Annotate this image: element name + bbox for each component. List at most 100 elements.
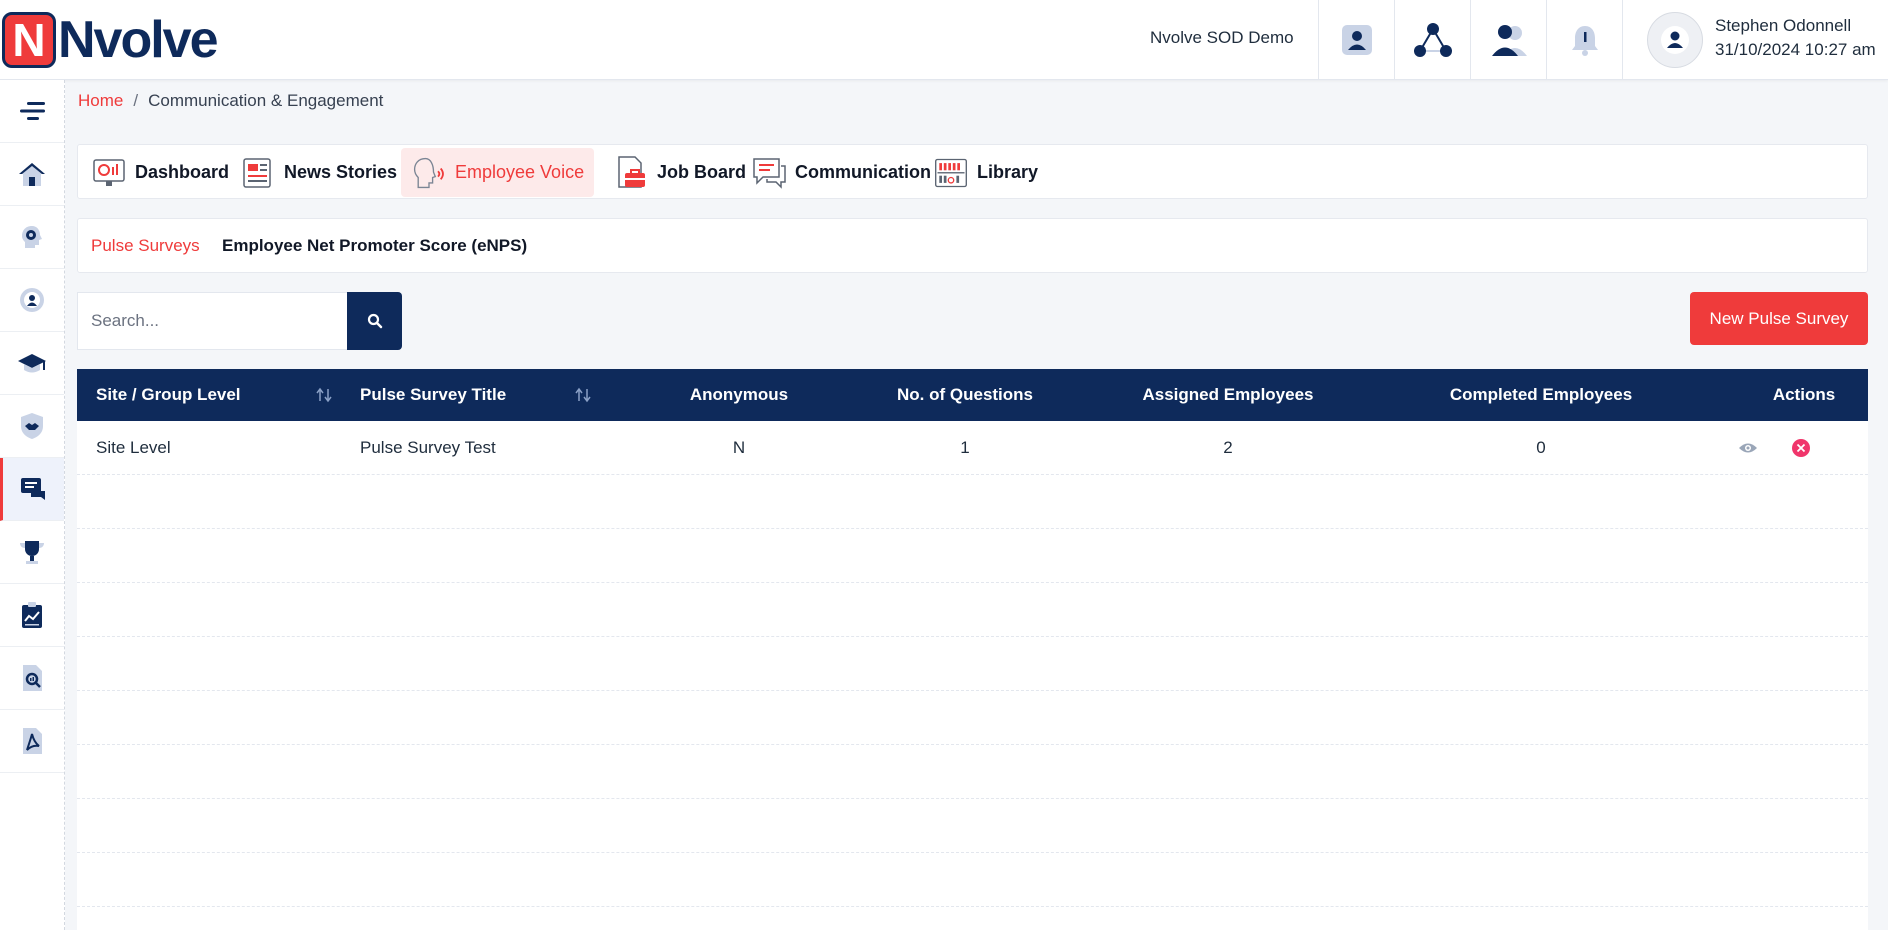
breadcrumb: Home / Communication & Engagement: [78, 91, 383, 111]
tab-library-label: Library: [977, 162, 1039, 182]
profile-card-icon: [1341, 24, 1372, 55]
sidebar-item-compliance[interactable]: [0, 395, 64, 458]
chart-clipboard-icon: [22, 602, 42, 628]
empty-row: [77, 853, 1868, 907]
sidebar-menu-toggle[interactable]: [0, 80, 64, 143]
breadcrumb-separator: /: [133, 91, 139, 110]
logo-text: Nvolve: [58, 11, 219, 69]
tab-employee-voice[interactable]: Employee Voice: [401, 148, 595, 197]
tab-job-board-label: Job Board: [657, 162, 747, 182]
sidebar-item-communication[interactable]: [0, 458, 64, 521]
tab-dashboard-label: Dashboard: [135, 162, 230, 182]
empty-row: [77, 745, 1868, 799]
sub-tabs: Pulse Surveys Employee Net Promoter Scor…: [77, 218, 1868, 273]
column-header-anonymous: Anonymous: [689, 385, 789, 404]
sidebar-item-documents[interactable]: [0, 710, 64, 773]
tab-job-board[interactable]: Job Board: [603, 148, 756, 197]
table-row: Site Level Pulse Survey Test N 1 2 0: [77, 421, 1868, 475]
pulse-surveys-table: Site / Group Level Pulse Survey Title An…: [77, 369, 1868, 930]
sidebar-item-home[interactable]: [0, 143, 64, 206]
speaking-head-icon: [411, 155, 447, 191]
trophy-icon: [20, 541, 44, 564]
subtab-pulse-surveys[interactable]: Pulse Surveys: [91, 236, 200, 256]
user-menu[interactable]: Stephen Odonnell 31/10/2024 10:27 am: [1622, 0, 1888, 79]
tab-communication-label: Communication: [795, 162, 932, 182]
sidebar: [0, 80, 65, 930]
sidebar-item-performance[interactable]: [0, 584, 64, 647]
shield-handshake-icon: [21, 413, 43, 439]
empty-row: [77, 637, 1868, 691]
empty-row: [77, 583, 1868, 637]
user-datetime: 31/10/2024 10:27 am: [1715, 40, 1876, 59]
empty-row: [77, 691, 1868, 745]
chat-bubbles-icon: [751, 155, 787, 191]
table-header: Site / Group Level Pulse Survey Title An…: [77, 369, 1868, 421]
column-header-questions: No. of Questions: [897, 385, 1033, 404]
settings-user-icon: [20, 288, 44, 312]
notifications-button[interactable]: [1546, 0, 1622, 79]
empty-row: [77, 529, 1868, 583]
network-button[interactable]: [1394, 0, 1470, 79]
nvolve-logo[interactable]: N Nvolve: [2, 11, 219, 69]
graduation-cap-icon: [18, 354, 46, 373]
empty-row: [77, 475, 1868, 529]
user-name: Stephen Odonnell: [1715, 16, 1852, 35]
column-header-actions: Actions: [1772, 385, 1836, 404]
sidebar-item-settings[interactable]: [0, 269, 64, 332]
tab-employee-voice-label: Employee Voice: [455, 162, 585, 182]
view-button[interactable]: [1737, 437, 1759, 459]
users-button[interactable]: [1470, 0, 1546, 79]
empty-row: [77, 799, 1868, 853]
breadcrumb-home-link[interactable]: Home: [78, 91, 123, 111]
subtab-enps[interactable]: Employee Net Promoter Score (eNPS): [222, 236, 527, 256]
newspaper-icon: [240, 155, 276, 191]
bell-icon: [1571, 25, 1598, 56]
close-circle-icon: [1792, 439, 1810, 457]
logo-mark: N: [2, 12, 56, 68]
library-icon: [933, 155, 969, 191]
delete-button[interactable]: [1790, 437, 1812, 459]
sort-icon[interactable]: [574, 387, 592, 403]
sidebar-item-reports[interactable]: [0, 647, 64, 710]
avatar: [1647, 12, 1703, 68]
pdf-icon: [23, 728, 42, 754]
column-header-site-level[interactable]: Site / Group Level: [96, 369, 241, 421]
cell-site-level: Site Level: [96, 438, 171, 457]
menu-toggle-icon: [20, 102, 45, 120]
search-icon: [367, 313, 382, 329]
profile-card-button[interactable]: [1318, 0, 1394, 79]
column-header-completed: Completed Employees: [1449, 385, 1633, 404]
cell-assigned: 2: [1223, 438, 1233, 457]
new-pulse-survey-button[interactable]: New Pulse Survey: [1690, 292, 1868, 345]
tab-library[interactable]: Library: [923, 148, 1048, 197]
cell-questions: 1: [960, 438, 970, 457]
sidebar-item-wellbeing[interactable]: [0, 206, 64, 269]
top-header: N Nvolve Nvolve SOD Demo Stephen Odonnel…: [0, 0, 1888, 80]
network-icon: [1413, 22, 1452, 57]
tab-news-stories-label: News Stories: [284, 162, 398, 182]
sidebar-item-learning[interactable]: [0, 332, 64, 395]
company-name: Nvolve SOD Demo: [1150, 28, 1294, 47]
dashboard-icon: [91, 155, 127, 191]
head-gear-icon: [22, 226, 42, 248]
home-icon: [19, 163, 45, 186]
briefcase-document-icon: [613, 155, 649, 191]
cell-completed: 0: [1536, 438, 1546, 457]
document-search-icon: [23, 665, 42, 691]
breadcrumb-current: Communication & Engagement: [148, 91, 384, 110]
tab-dashboard[interactable]: Dashboard: [81, 148, 239, 197]
eye-icon: [1739, 443, 1757, 453]
column-header-assigned: Assigned Employees: [1142, 385, 1314, 404]
cell-anonymous: N: [732, 438, 746, 457]
column-header-title[interactable]: Pulse Survey Title: [360, 369, 506, 421]
tab-news-stories[interactable]: News Stories: [230, 148, 407, 197]
search-input[interactable]: [77, 292, 348, 350]
users-icon: [1491, 24, 1527, 56]
sort-icon[interactable]: [315, 387, 333, 403]
sidebar-item-recognition[interactable]: [0, 521, 64, 584]
tab-communication[interactable]: Communication: [741, 148, 941, 197]
module-tabs: Dashboard News Stories Employee Voice Jo…: [77, 144, 1868, 199]
search-button[interactable]: [347, 292, 402, 350]
chat-icon: [20, 478, 45, 500]
cell-title: Pulse Survey Test: [360, 438, 496, 457]
